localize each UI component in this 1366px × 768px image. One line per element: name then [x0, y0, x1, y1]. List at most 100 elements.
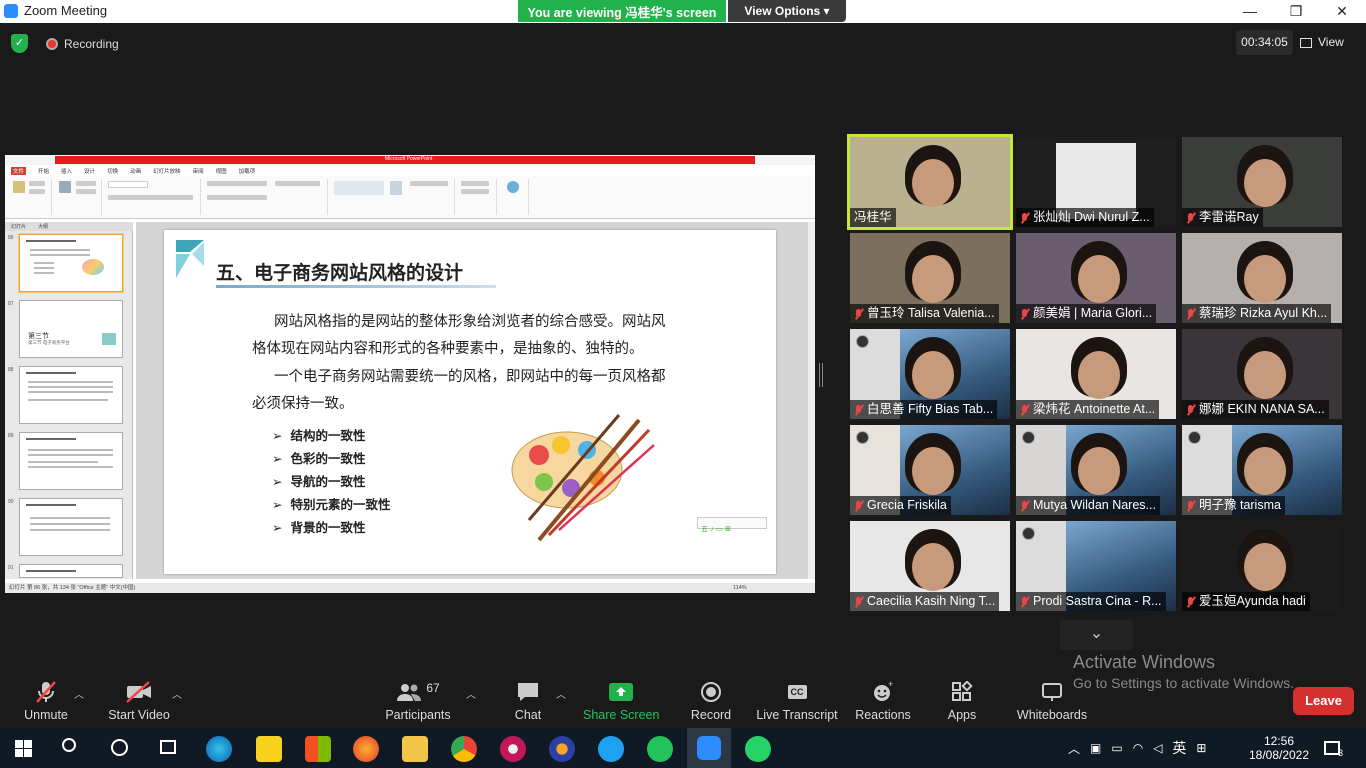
media-player-icon[interactable]	[500, 736, 526, 762]
wifi-icon[interactable]: ◠	[1133, 741, 1143, 755]
video-options-caret-icon[interactable]: ︿	[172, 686, 182, 701]
app-icon[interactable]	[549, 736, 575, 762]
restore-button[interactable]: ❐	[1273, 0, 1319, 23]
search-icon[interactable]	[62, 738, 76, 752]
participant-tile[interactable]: 李雷诺Ray	[1182, 137, 1342, 227]
cortana-icon[interactable]	[111, 739, 128, 756]
slide-thumbnail-91[interactable]	[19, 564, 123, 578]
ppt-tab[interactable]: 视图	[216, 167, 227, 175]
participant-tile[interactable]: Grecia Friskila	[850, 425, 1010, 515]
messenger-icon[interactable]	[598, 736, 624, 762]
meet-now-icon[interactable]: ▣	[1090, 741, 1101, 755]
participant-name-tag: 梁炜花 Antoinette At...	[1016, 400, 1160, 419]
ppt-tab[interactable]: 切换	[107, 167, 118, 175]
gallery-collapse-chevron-icon[interactable]: ⌄	[1060, 620, 1133, 650]
ppt-vertical-scrollbar[interactable]	[808, 222, 815, 579]
slide-thumbnail-90[interactable]	[19, 498, 123, 556]
view-options-button[interactable]: View Options ▾	[728, 0, 846, 22]
task-view-icon[interactable]	[160, 740, 176, 754]
ppt-zoom-level[interactable]: 114%	[733, 583, 747, 593]
live-transcript-button[interactable]: CC Live Transcript	[755, 680, 839, 724]
panel-splitter-handle[interactable]	[819, 363, 823, 387]
ppt-tab[interactable]: 审阅	[193, 167, 204, 175]
outline-tab[interactable]: 大纲	[38, 223, 48, 230]
whatsapp-icon[interactable]	[745, 736, 771, 762]
participant-tile[interactable]: 冯桂华	[847, 134, 1013, 230]
participant-tile[interactable]: 颜美娟 | Maria Glori...	[1016, 233, 1176, 323]
ppt-slide-editor[interactable]: 五、电子商务网站风格的设计 网站风格指的是网站的整体形象给浏览者的综合感受。网站…	[136, 222, 808, 579]
ime-grid-icon[interactable]: ⊞	[1196, 741, 1206, 755]
ppt-tab[interactable]: 加载项	[239, 167, 256, 175]
participant-tile[interactable]: 白思善 Fifty Bias Tab...	[850, 329, 1010, 419]
ppt-tab[interactable]: 动画	[130, 167, 141, 175]
file-explorer-icon[interactable]	[402, 736, 428, 762]
ppt-tab[interactable]: 插入	[61, 167, 72, 175]
audio-options-caret-icon[interactable]: ︿	[74, 686, 84, 701]
firefox-icon[interactable]	[353, 736, 379, 762]
clock[interactable]: 12:56 18/08/2022	[1248, 728, 1310, 768]
ppt-tab[interactable]: 幻灯片放映	[153, 167, 181, 175]
apps-button[interactable]: Apps	[942, 680, 982, 724]
chrome-icon[interactable]	[451, 736, 477, 762]
slide-thumbnail-87[interactable]: 第三节 第三节 电子商务平台	[19, 300, 123, 358]
sticky-notes-icon[interactable]	[256, 736, 282, 762]
shared-screen[interactable]: Microsoft PowerPoint 文件 开始 插入 设计 切换 动画 幻…	[5, 155, 815, 593]
battery-icon[interactable]: ▭	[1111, 741, 1122, 755]
participant-tile[interactable]: 娜娜 EKIN NANA SA...	[1182, 329, 1342, 419]
whiteboards-button[interactable]: Whiteboards	[1014, 680, 1090, 724]
participants-caret-icon[interactable]: ︿	[466, 686, 476, 701]
windows-start-icon[interactable]	[15, 740, 32, 757]
participant-tile[interactable]: Prodi Sastra Cina - R...	[1016, 521, 1176, 611]
participant-tile[interactable]: 曾玉玲 Talisa Valenia...	[850, 233, 1010, 323]
ribbon-group-paragraph	[203, 179, 328, 215]
volume-icon[interactable]: ◁	[1153, 741, 1162, 755]
slide-thumbnail-89[interactable]	[19, 432, 123, 490]
notification-center-icon[interactable]: 3	[1324, 728, 1343, 768]
zoom-logo-icon	[4, 3, 18, 18]
participant-tile[interactable]: Caecilia Kasih Ning T...	[850, 521, 1010, 611]
ppt-statusbar: 幻灯片 第 86 张，共 134 张 "Office 主题" 中文(中国) 11…	[5, 583, 815, 593]
close-button[interactable]: ✕	[1319, 0, 1365, 23]
participant-face	[912, 447, 954, 495]
participant-tile[interactable]: 明子豫 tarisma	[1182, 425, 1342, 515]
ime-toolbar[interactable]: 五·♪·▭·⊞	[697, 517, 767, 533]
wechat-icon[interactable]	[647, 736, 673, 762]
participant-name-tag: Grecia Friskila	[850, 496, 951, 515]
tray-overflow-icon[interactable]: ︿	[1068, 740, 1080, 757]
ppt-tab[interactable]: 设计	[84, 167, 95, 175]
participants-button[interactable]: 67 Participants	[383, 680, 453, 724]
unmute-button[interactable]: Unmute	[16, 680, 76, 724]
ppt-tab[interactable]: 开始	[38, 167, 49, 175]
participant-tile[interactable]: 爱玉姮Ayunda hadi	[1182, 521, 1342, 611]
minimize-button[interactable]: —	[1227, 0, 1273, 23]
apps-icon	[942, 680, 982, 704]
reactions-button[interactable]: + Reactions	[852, 680, 914, 724]
current-slide[interactable]: 五、电子商务网站风格的设计 网站风格指的是网站的整体形象给浏览者的综合感受。网站…	[164, 230, 776, 574]
slides-tab[interactable]: 幻灯片	[11, 223, 26, 230]
unmute-label: Unmute	[24, 708, 68, 722]
slide-thumbnail-88[interactable]	[19, 366, 123, 424]
ppt-tab[interactable]: 文件	[11, 166, 27, 175]
zoom-taskbar-button[interactable]	[687, 728, 731, 768]
slide-thumbnail-86[interactable]	[19, 234, 123, 292]
participant-tile[interactable]: Mutya Wildan Nares...	[1016, 425, 1176, 515]
chat-caret-icon[interactable]: ︿	[556, 686, 566, 701]
participant-tile[interactable]: 张灿灿 Dwi Nurul Z...	[1016, 137, 1176, 227]
store-icon[interactable]	[305, 736, 331, 762]
recording-indicator[interactable]: Recording	[46, 37, 119, 51]
view-button[interactable]: View	[1300, 30, 1360, 55]
leave-button[interactable]: Leave	[1293, 687, 1354, 715]
record-button[interactable]: Record	[686, 680, 736, 724]
participant-tile[interactable]: 梁炜花 Antoinette At...	[1016, 329, 1176, 419]
ime-indicator[interactable]: 英	[1172, 738, 1186, 758]
start-video-button[interactable]: Start Video	[104, 680, 174, 724]
participant-tile[interactable]: 蔡瑞珍 Rizka Ayul Kh...	[1182, 233, 1342, 323]
share-screen-button[interactable]: Share Screen	[583, 680, 659, 724]
title-underline	[216, 285, 496, 288]
edge-icon[interactable]	[206, 736, 232, 762]
chat-button[interactable]: Chat	[505, 680, 551, 724]
security-shield-icon[interactable]: ✓	[11, 34, 28, 53]
clock-date: 18/08/2022	[1248, 748, 1310, 762]
participant-name-tag: Caecilia Kasih Ning T...	[850, 592, 1000, 611]
ppt-slide-panel[interactable]: 幻灯片 大纲 86 87 第三节 第三节 电子商务平台 88 89 90 91	[5, 222, 133, 579]
